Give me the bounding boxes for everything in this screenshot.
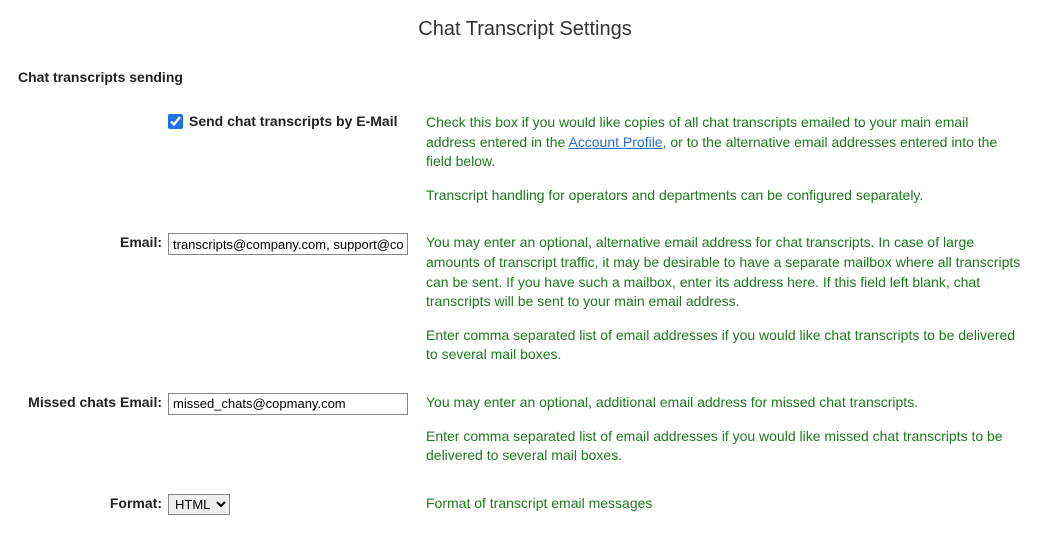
help-missed: You may enter an optional, additional em… bbox=[426, 393, 1032, 466]
page-title: Chat Transcript Settings bbox=[18, 18, 1032, 41]
send-checkbox-wrap[interactable]: Send chat transcripts by E-Mail bbox=[168, 113, 398, 129]
row-format: Format: HTML Format of transcript email … bbox=[18, 494, 1032, 515]
help-email: You may enter an optional, alternative e… bbox=[426, 233, 1032, 365]
help-format-text: Format of transcript email messages bbox=[426, 494, 1022, 514]
row-missed-email: Missed chats Email: You may enter an opt… bbox=[18, 393, 1032, 466]
missed-email-input[interactable] bbox=[168, 393, 408, 415]
help-missed-2: Enter comma separated list of email addr… bbox=[426, 427, 1022, 466]
send-checkbox-label: Send chat transcripts by E-Mail bbox=[189, 113, 398, 129]
account-profile-link[interactable]: Account Profile bbox=[568, 134, 662, 150]
missed-email-label: Missed chats Email: bbox=[18, 393, 168, 410]
help-format: Format of transcript email messages bbox=[426, 494, 1032, 514]
help-send-text-2: Transcript handling for operators and de… bbox=[426, 186, 1022, 206]
email-input[interactable] bbox=[168, 233, 408, 255]
format-label: Format: bbox=[18, 494, 168, 511]
label-empty bbox=[18, 113, 168, 114]
help-send: Check this box if you would like copies … bbox=[426, 113, 1032, 205]
help-email-2: Enter comma separated list of email addr… bbox=[426, 326, 1022, 365]
format-select[interactable]: HTML bbox=[168, 494, 230, 515]
help-missed-1: You may enter an optional, additional em… bbox=[426, 393, 1022, 413]
help-email-1: You may enter an optional, alternative e… bbox=[426, 233, 1022, 311]
row-email: Email: You may enter an optional, altern… bbox=[18, 233, 1032, 365]
email-label: Email: bbox=[18, 233, 168, 250]
send-checkbox[interactable] bbox=[168, 114, 183, 129]
section-heading: Chat transcripts sending bbox=[18, 69, 1032, 85]
row-send-checkbox: Send chat transcripts by E-Mail Check th… bbox=[18, 113, 1032, 205]
